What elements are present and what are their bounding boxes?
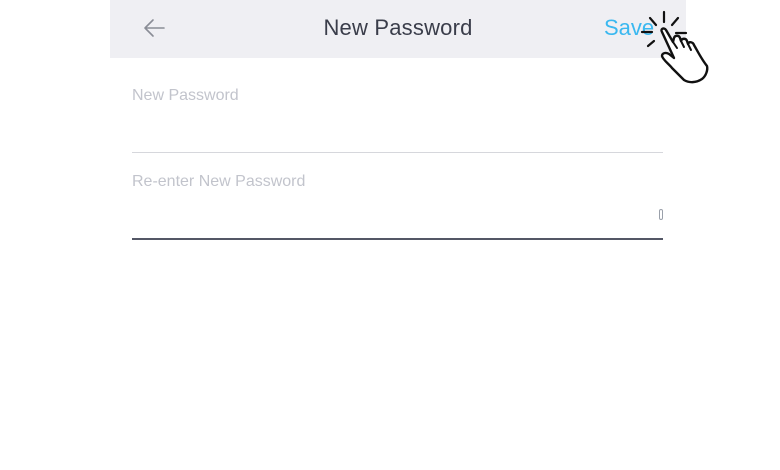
- new-password-label: New Password: [132, 87, 239, 104]
- new-password-field[interactable]: New Password: [132, 87, 663, 155]
- reenter-password-underline: [132, 238, 663, 240]
- page-title: New Password: [323, 15, 473, 40]
- save-button[interactable]: Save: [604, 15, 654, 41]
- new-password-underline: [132, 152, 663, 153]
- text-cursor-icon: [659, 209, 663, 220]
- new-password-input[interactable]: [132, 115, 642, 145]
- reenter-password-label: Re-enter New Password: [132, 173, 306, 190]
- reenter-password-field[interactable]: Re-enter New Password: [132, 173, 663, 241]
- new-password-screen: New Password Save New Password Re-enter …: [0, 0, 780, 470]
- reenter-password-input[interactable]: [132, 201, 642, 231]
- nav-header: New Password Save: [110, 0, 686, 58]
